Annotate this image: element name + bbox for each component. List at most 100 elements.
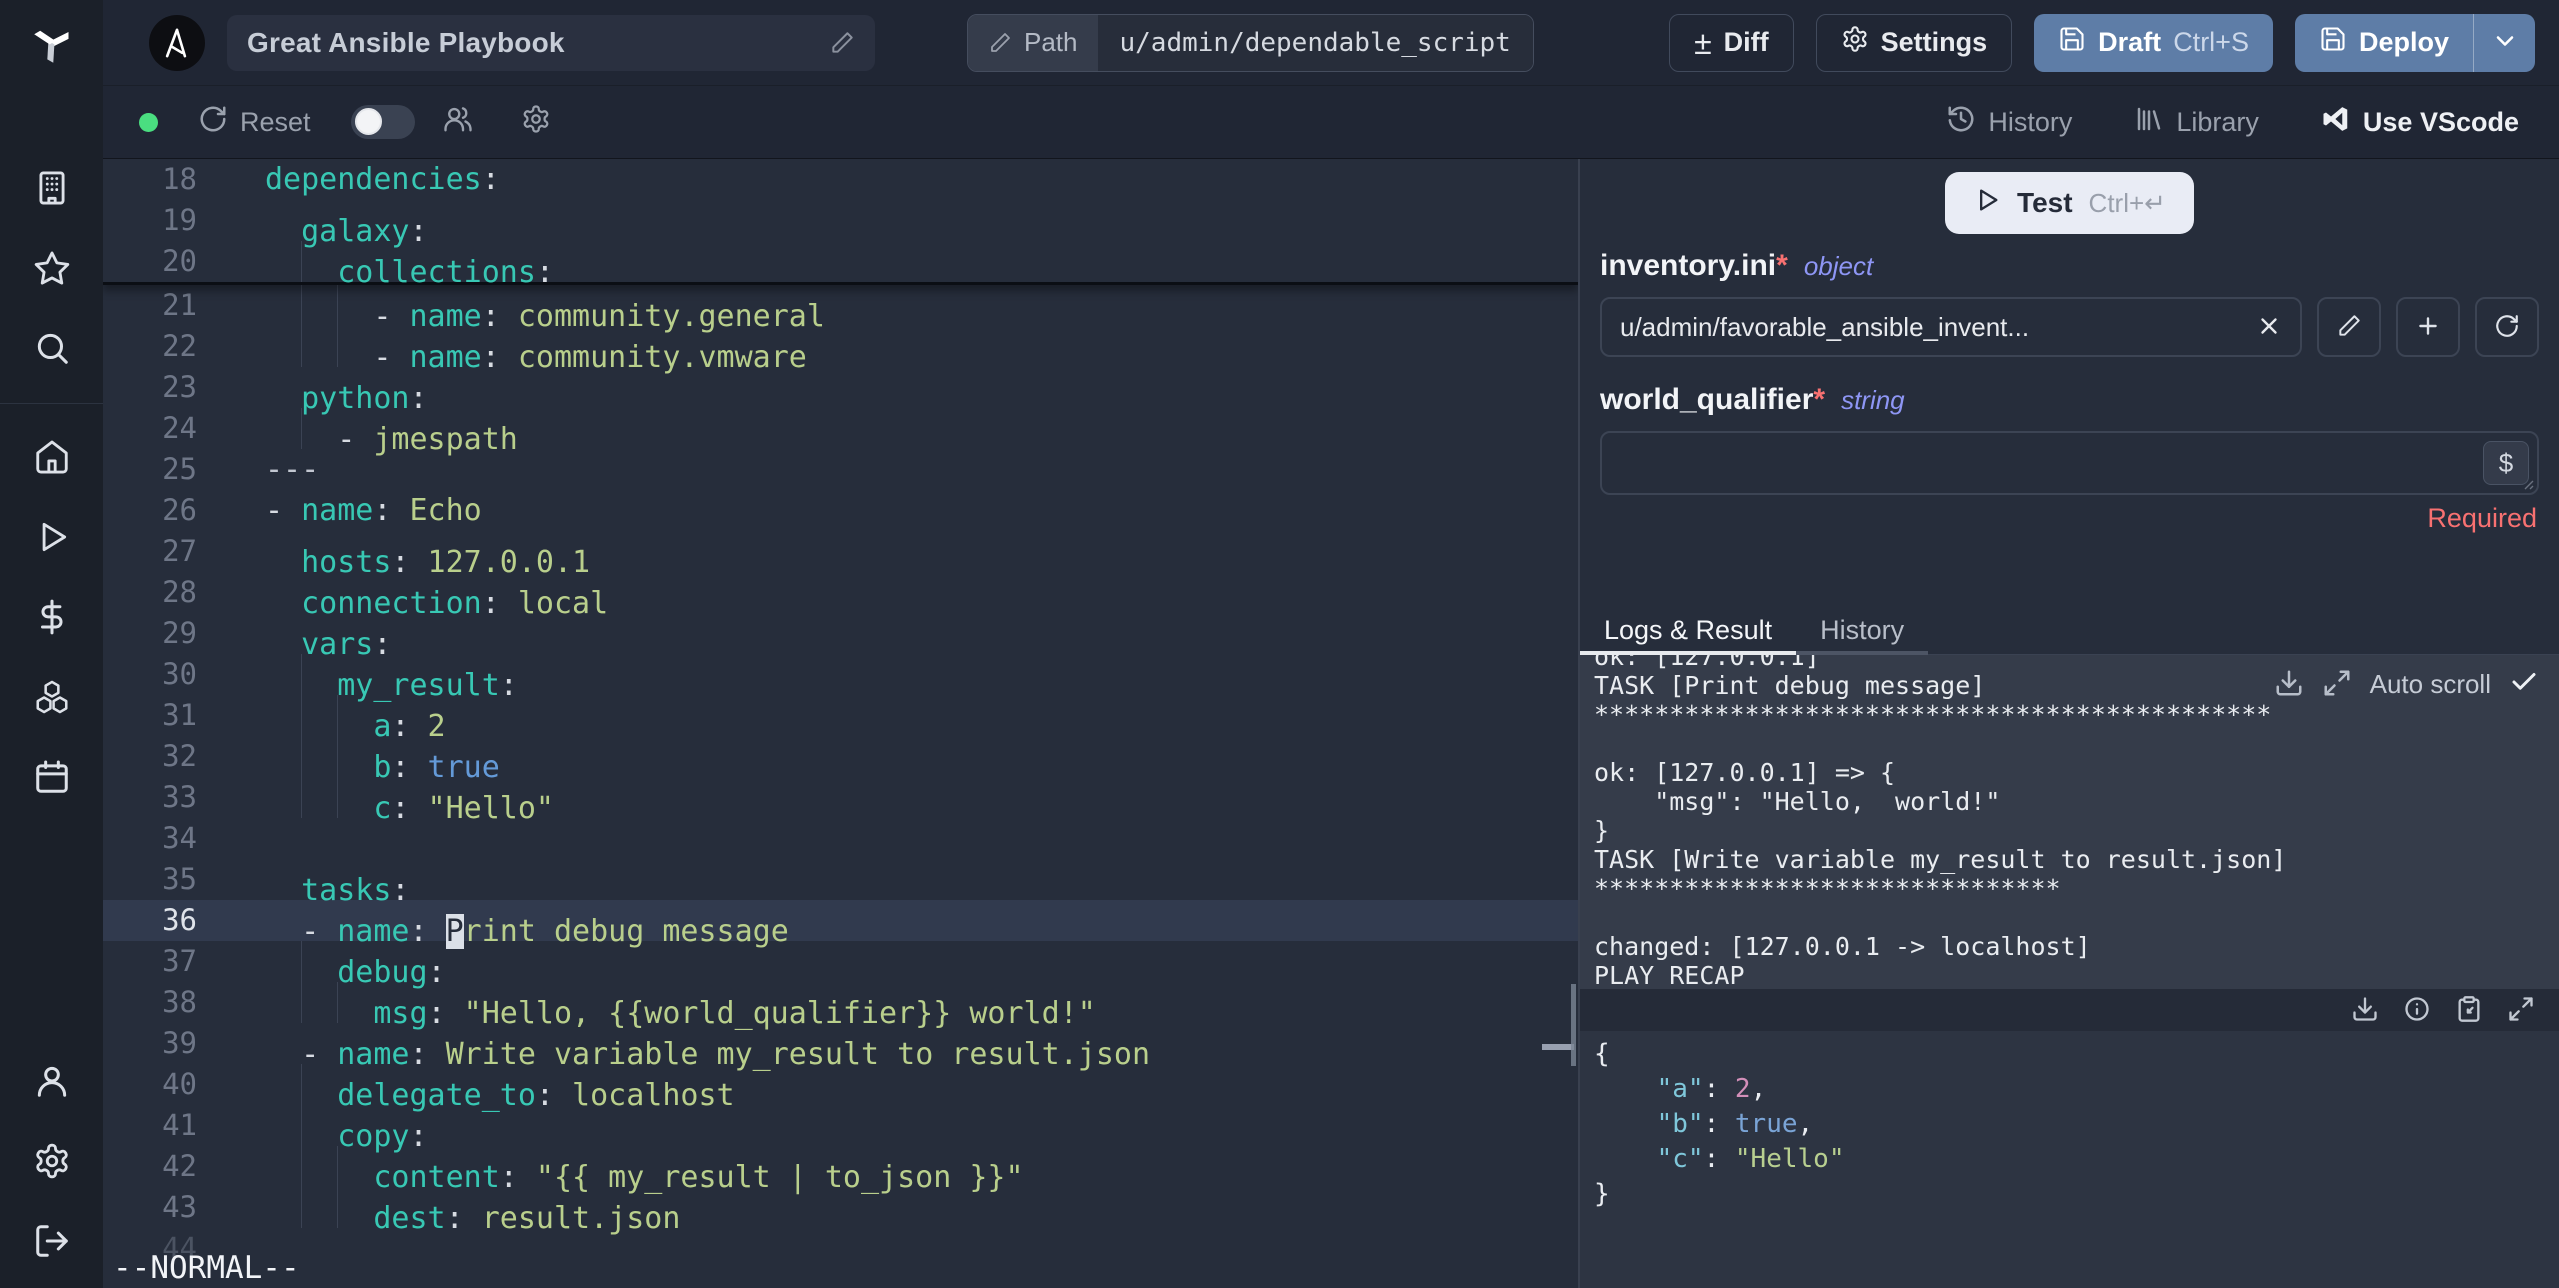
code-line[interactable]: 36- name: Print debug message (103, 900, 1578, 949)
code-line[interactable]: 43 dest: result.json (103, 1187, 1578, 1236)
sidebar-item-settings[interactable] (0, 1122, 103, 1202)
collaborators-button[interactable] (443, 104, 473, 141)
editor-settings-button[interactable] (521, 104, 551, 141)
plus-icon (2415, 313, 2441, 342)
line-number: 20 (162, 244, 197, 278)
code-line[interactable]: 25 --- (103, 449, 1578, 490)
line-number: 27 (162, 534, 197, 568)
result-pane[interactable]: { "a": 2, "b": true, "c": "Hello"} (1580, 1031, 2559, 1288)
code-line[interactable]: 21- name: community.general (103, 285, 1578, 334)
chevron-down-icon (2491, 27, 2519, 58)
refresh-resource-button[interactable] (2475, 297, 2539, 357)
code-line[interactable]: 33 c: "Hello" (103, 777, 1578, 826)
deploy-options-button[interactable] (2473, 13, 2535, 72)
inventory-label: inventory.ini (1600, 249, 1777, 282)
reset-button[interactable]: Reset (198, 104, 311, 141)
code-line[interactable]: 28 connection: local (103, 572, 1578, 621)
search-icon (33, 329, 71, 370)
log-pane[interactable]: Auto scroll ok: [127.0.0.1] TASK [Print d… (1580, 655, 2559, 989)
code-line[interactable]: 40 delegate_to: localhost (103, 1064, 1578, 1113)
code-line[interactable]: 30 my_result: (103, 654, 1578, 703)
tab-logs-result[interactable]: Logs & Result (1580, 607, 1797, 656)
sidebar-item-variables[interactable] (0, 578, 103, 658)
code-line[interactable]: 35 tasks: (103, 859, 1578, 908)
code-line[interactable]: 20 collections: (103, 241, 1578, 290)
world-qualifier-wrap: $ (1600, 431, 2539, 495)
code-line[interactable]: 38 msg: "Hello, {{world_qualifier}} world… (103, 982, 1578, 1031)
maximize-icon (2322, 668, 2352, 701)
edit-title-pencil-icon[interactable] (829, 30, 855, 56)
use-vscode-button[interactable]: Use VScode (2321, 104, 2519, 141)
sidebar-item-user[interactable] (0, 1042, 103, 1122)
sidebar-item-logout[interactable] (0, 1202, 103, 1282)
inventory-resource-input[interactable]: u/admin/favorable_ansible_invent... (1600, 297, 2302, 357)
copy-result-button[interactable] (2455, 995, 2483, 1026)
deploy-button[interactable]: Deploy (2294, 13, 2473, 72)
code-line[interactable]: 24- jmespath (103, 408, 1578, 457)
sidebar-item-search[interactable] (0, 309, 103, 389)
code-line[interactable]: 42 content: "{{ my_result | to_json }}" (103, 1146, 1578, 1195)
code-line[interactable]: 34 (103, 818, 1578, 859)
code-line[interactable]: 23 python: (103, 367, 1578, 416)
download-icon (2351, 995, 2379, 1026)
expand-result-button[interactable] (2507, 995, 2535, 1026)
sidebar-divider (0, 403, 103, 404)
line-number: 32 (162, 739, 197, 773)
result-info-button[interactable] (2403, 995, 2431, 1026)
gear-icon (521, 104, 551, 141)
download-logs-button[interactable] (2274, 668, 2304, 701)
draft-button[interactable]: Draft Ctrl+S (2034, 13, 2273, 72)
code-line[interactable]: 44 (103, 1228, 1578, 1269)
clear-inventory-button[interactable] (2256, 313, 2282, 342)
edit-inventory-button[interactable] (2317, 297, 2381, 357)
sidebar-item-workspaces[interactable] (0, 149, 103, 229)
code-line[interactable]: 18 dependencies: (103, 159, 1578, 200)
code-editor[interactable]: 18 dependencies: 19 galaxy: 20 collections: 2… (103, 159, 1578, 1288)
editor-scrollbar-thumb[interactable] (1571, 984, 1576, 1066)
sticky-scroll-lines: 18 dependencies: 19 galaxy: 20 collections: (103, 159, 1578, 290)
sidebar-item-home[interactable] (0, 418, 103, 498)
settings-button[interactable]: Settings (1815, 13, 2013, 72)
code-line[interactable]: 29 vars: (103, 613, 1578, 662)
check-icon[interactable] (2509, 667, 2539, 702)
diff-button[interactable]: ± Diff (1669, 13, 1794, 72)
path-label-section: Path (968, 14, 1098, 71)
line-number: 25 (162, 452, 197, 486)
code-line[interactable]: 37 debug: (103, 941, 1578, 990)
world-qualifier-input[interactable] (1602, 433, 2537, 493)
resize-handle-icon[interactable] (2520, 476, 2534, 490)
code-line[interactable]: 26- name: Echo (103, 490, 1578, 531)
code-line[interactable]: 22- name: community.vmware (103, 326, 1578, 375)
script-title-input[interactable]: Great Ansible Playbook (227, 14, 875, 71)
test-button[interactable]: Test Ctrl+↵ (1945, 172, 2194, 234)
logout-icon (33, 1222, 71, 1263)
sidebar-item-runs[interactable] (0, 498, 103, 578)
library-button[interactable]: Library (2134, 104, 2259, 141)
download-result-button[interactable] (2351, 995, 2379, 1026)
expand-logs-button[interactable] (2322, 668, 2352, 701)
log-line: ****************************************… (1594, 700, 2272, 729)
line-number: 26 (162, 493, 197, 527)
pencil-icon (991, 32, 1010, 52)
users-icon (443, 104, 473, 141)
add-resource-button[interactable] (2396, 297, 2460, 357)
code-line[interactable]: 32 b: true (103, 736, 1578, 785)
tab-history[interactable]: History (1796, 607, 1929, 656)
history-button[interactable]: History (1946, 104, 2072, 141)
autoscroll-label[interactable]: Auto scroll (2370, 669, 2491, 700)
vscode-icon (2321, 104, 2351, 141)
code-line[interactable]: 41 copy: (103, 1105, 1578, 1154)
code-line[interactable]: 39- name: Write variable my_result to re… (103, 1023, 1578, 1072)
sidebar-item-schedules[interactable] (0, 738, 103, 818)
sidebar-item-resources[interactable] (0, 658, 103, 738)
windmill-logo-icon[interactable] (0, 0, 103, 85)
line-number: 22 (162, 329, 197, 363)
line-number: 24 (162, 411, 197, 445)
log-line: ok: [127.0.0.1] => { (1594, 758, 1896, 787)
code-line[interactable]: 27 hosts: 127.0.0.1 (103, 531, 1578, 580)
assistant-toggle[interactable] (350, 105, 415, 139)
code-line[interactable]: 31 a: 2 (103, 695, 1578, 744)
code-line[interactable]: 19 galaxy: (103, 200, 1578, 249)
path-control[interactable]: Path u/admin/dependable_script (967, 13, 1534, 72)
sidebar-item-favorites[interactable] (0, 229, 103, 309)
